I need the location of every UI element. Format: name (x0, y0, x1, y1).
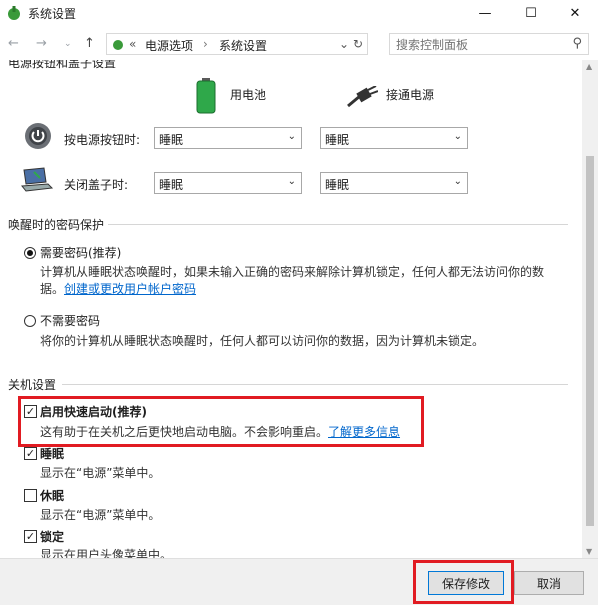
no-password-label[interactable]: 不需要密码 (40, 312, 100, 329)
scroll-down-icon[interactable]: ▼ (586, 547, 592, 556)
title-bar: 系统设置 — ☐ ✕ (0, 0, 598, 26)
require-password-radio[interactable] (24, 247, 36, 259)
battery-icon (196, 78, 216, 114)
require-password-desc-2: 据。 (40, 282, 65, 296)
no-password-desc: 将你的计算机从睡眠状态唤醒时，任何人都可以访问你的数据，因为计算机未锁定。 (40, 334, 485, 348)
control-panel-icon (113, 40, 123, 50)
window-title: 系统设置 (28, 7, 77, 21)
breadcrumb-separator: › (203, 37, 208, 51)
maximize-icon: ☐ (525, 5, 537, 21)
no-password-radio[interactable] (24, 315, 36, 327)
column-battery: 用电池 (230, 88, 267, 102)
close-icon: ✕ (569, 5, 581, 21)
power-buttons-heading: 电源按钮和盖子设置 (8, 60, 117, 70)
lock-desc: 显示在用户头像菜单中。 (40, 548, 173, 558)
column-plugged-in: 接通电源 (386, 88, 435, 102)
power-button-battery-select[interactable]: 睡眠 ⌄ (154, 127, 302, 149)
chevron-down-icon: ⌄ (287, 131, 296, 142)
save-highlight-box (413, 560, 514, 604)
arrow-up-icon: ↑ (84, 36, 95, 51)
up-button[interactable]: ↑ (84, 36, 95, 51)
select-value: 睡眠 (159, 178, 184, 192)
close-lid-plugged-select[interactable]: 睡眠 ⌄ (320, 172, 468, 194)
hibernate-checkbox[interactable] (24, 489, 37, 502)
arrow-right-icon: → (36, 36, 47, 51)
chevron-down-icon: ⌄ (339, 37, 350, 51)
close-button[interactable]: ✕ (552, 0, 598, 26)
sleep-label[interactable]: 睡眠 (40, 445, 64, 462)
footer-bar: 保存修改 取消 (0, 558, 598, 605)
content-area: 电源按钮和盖子设置 用电池 接通电源 按电源按钮时: 睡眠 ⌄ 睡眠 ⌄ 关闭盖子时… (0, 60, 582, 558)
sleep-checkbox[interactable]: ✓ (24, 447, 37, 460)
require-password-desc: 计算机从睡眠状态唤醒时，如果未输入正确的密码来解除计算机锁定，任何人都无法访问你… (40, 265, 545, 279)
lock-checkbox[interactable]: ✓ (24, 530, 37, 543)
forward-button[interactable]: → (36, 36, 47, 51)
power-button-label: 按电源按钮时: (64, 133, 141, 147)
address-box[interactable]: « 电源选项 › 系统设置 ⌄ ↻ (106, 33, 368, 55)
select-value: 睡眠 (159, 133, 184, 147)
chevron-down-icon: ⌄ (453, 131, 462, 142)
close-lid-battery-select[interactable]: 睡眠 ⌄ (154, 172, 302, 194)
chevron-down-icon: ⌄ (64, 39, 72, 49)
cancel-button[interactable]: 取消 (514, 571, 584, 595)
lock-label[interactable]: 锁定 (40, 528, 64, 545)
sleep-desc: 显示在“电源”菜单中。 (40, 466, 161, 480)
divider (62, 384, 568, 385)
maximize-button[interactable]: ☐ (508, 0, 554, 26)
chevron-down-icon: ⌄ (453, 176, 462, 187)
divider (108, 224, 568, 225)
plug-icon (347, 86, 378, 108)
back-button[interactable]: ← (8, 36, 19, 51)
search-box[interactable]: ⚲ (389, 33, 589, 55)
hibernate-desc: 显示在“电源”菜单中。 (40, 508, 161, 522)
chevron-down-icon: ⌄ (287, 176, 296, 187)
select-value: 睡眠 (325, 178, 350, 192)
breadcrumb-item-system-settings[interactable]: 系统设置 (219, 37, 267, 54)
address-bar: ← → ⌄ ↑ « 电源选项 › 系统设置 ⌄ ↻ ⚲ (0, 30, 598, 60)
close-lid-label: 关闭盖子时: (64, 178, 129, 192)
search-input[interactable] (394, 36, 568, 54)
breadcrumb-overflow[interactable]: « (129, 37, 136, 51)
power-button-icon (25, 123, 51, 149)
shutdown-settings-title: 关机设置 (8, 378, 57, 392)
create-password-link[interactable]: 创建或更改用户帐户密码 (64, 280, 196, 297)
arrow-left-icon: ← (8, 36, 19, 51)
select-value: 睡眠 (325, 133, 350, 147)
laptop-lid-icon (21, 167, 54, 192)
scrollbar-thumb[interactable] (586, 156, 594, 526)
require-password-label[interactable]: 需要密码(推荐) (40, 244, 121, 261)
refresh-icon: ↻ (353, 37, 364, 51)
minimize-button[interactable]: — (462, 0, 508, 26)
refresh-button[interactable]: ↻ (353, 37, 363, 51)
address-dropdown-button[interactable]: ⌄ (339, 37, 349, 51)
power-button-plugged-select[interactable]: 睡眠 ⌄ (320, 127, 468, 149)
wake-password-title: 唤醒时的密码保护 (8, 218, 105, 232)
highlight-box (18, 396, 424, 447)
breadcrumb-item-power-options[interactable]: 电源选项 (145, 37, 193, 54)
vertical-scrollbar[interactable]: ▲ ▼ (582, 60, 598, 558)
search-icon[interactable]: ⚲ (572, 36, 582, 51)
system-settings-icon (8, 6, 20, 20)
recent-locations-button[interactable]: ⌄ (64, 39, 72, 49)
scroll-up-icon[interactable]: ▲ (586, 62, 592, 71)
hibernate-label[interactable]: 休眠 (40, 487, 64, 504)
minimize-icon: — (478, 5, 492, 21)
